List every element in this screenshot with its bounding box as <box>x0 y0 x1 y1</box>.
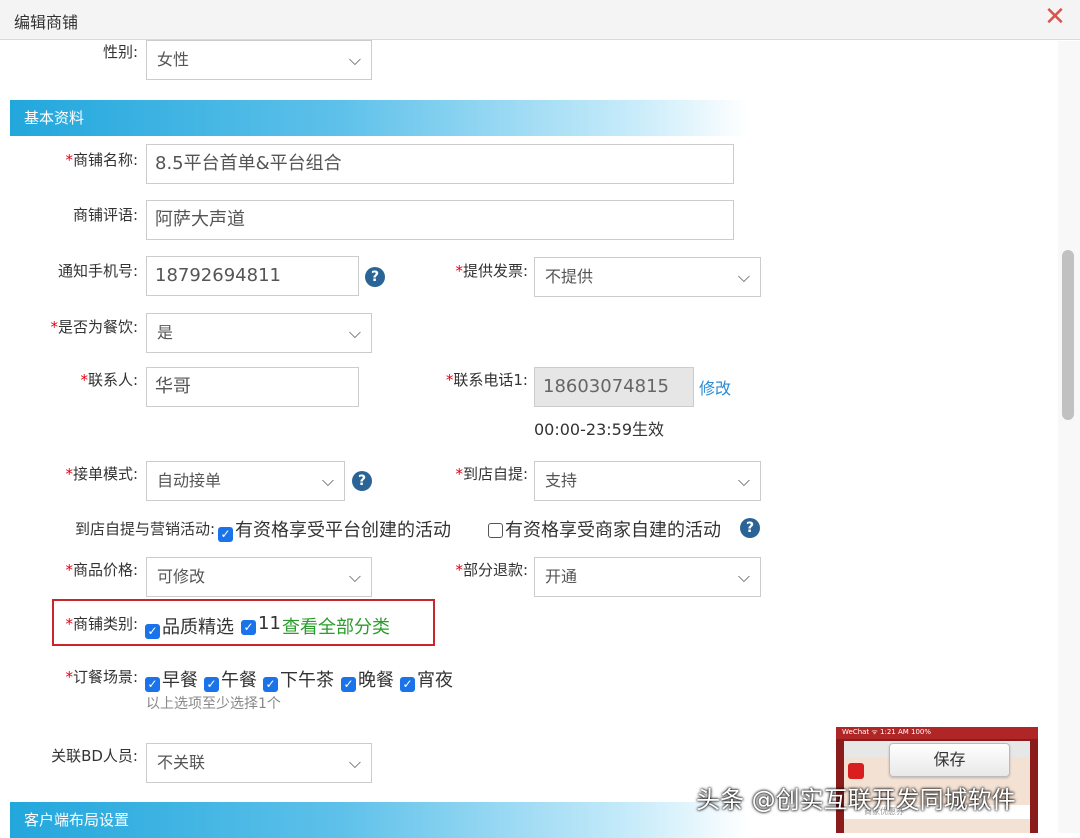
view-all-categories-link[interactable]: 查看全部分类 <box>282 613 390 639</box>
dialog-titlebar: 编辑商铺 ✕ <box>0 0 1080 40</box>
is-food-select[interactable]: 是 ⌵ <box>146 313 372 353</box>
chevron-down-icon: ⌵ <box>348 323 361 342</box>
price-label: *商品价格: <box>65 561 138 579</box>
check-icon: ✓ <box>241 620 256 635</box>
close-icon[interactable]: ✕ <box>1042 2 1068 32</box>
check-icon: ✓ <box>145 677 160 692</box>
merchant-activity-checkbox[interactable]: 有资格享受商家自建的活动 <box>488 516 721 542</box>
check-icon: ✓ <box>145 624 160 639</box>
notify-phone-label: 通知手机号: <box>57 262 138 280</box>
notify-phone-input[interactable]: 18792694811 <box>146 256 359 296</box>
shop-name-input[interactable]: 8.5平台首单&平台组合 <box>146 144 734 184</box>
is-food-label: *是否为餐饮: <box>50 318 138 336</box>
chevron-down-icon: ⌵ <box>737 267 750 286</box>
edit-phone-link[interactable]: 修改 <box>699 375 731 399</box>
price-select[interactable]: 可修改 ⌵ <box>146 557 372 597</box>
order-mode-label: *接单模式: <box>65 465 138 483</box>
is-food-value: 是 <box>157 323 174 342</box>
help-icon[interactable]: ? <box>352 471 372 491</box>
invoice-select[interactable]: 不提供 ⌵ <box>534 257 761 297</box>
invoice-label: *提供发票: <box>455 262 528 280</box>
self-pickup-select[interactable]: 支持 ⌵ <box>534 461 761 501</box>
scrollbar-thumb[interactable] <box>1062 250 1074 420</box>
scene-breakfast-checkbox[interactable]: ✓ 早餐 <box>145 666 198 692</box>
contact-label: *联系人: <box>80 371 138 389</box>
gender-label: 性别: <box>102 43 138 61</box>
category-quality-checkbox[interactable]: ✓ 品质精选 <box>145 613 234 639</box>
chevron-down-icon: ⌵ <box>321 471 334 490</box>
chevron-down-icon: ⌵ <box>348 753 361 772</box>
phone-status-bar: WeChat ᯤ 1:21 AM 100% <box>836 727 1038 739</box>
section-basic-info: 基本资料 <box>10 100 748 136</box>
scenes-label: *订餐场景: <box>65 668 138 686</box>
contact-input[interactable]: 华哥 <box>146 367 359 407</box>
save-button[interactable]: 保存 <box>889 743 1010 777</box>
chevron-down-icon: ⌵ <box>348 50 361 69</box>
phone-hours: 00:00-23:59生效 <box>534 420 664 439</box>
scrollbar-track[interactable] <box>1058 41 1080 833</box>
scene-lunch-checkbox[interactable]: ✓ 午餐 <box>204 666 257 692</box>
bd-value: 不关联 <box>157 753 206 772</box>
contact-phone-label: *联系电话1: <box>445 371 528 389</box>
check-icon: ✓ <box>218 527 233 542</box>
self-pickup-value: 支持 <box>545 471 578 490</box>
chevron-down-icon: ⌵ <box>737 567 750 586</box>
check-icon: ✓ <box>400 677 415 692</box>
contact-phone-input: 18603074815 <box>534 367 694 407</box>
scene-dinner-checkbox[interactable]: ✓ 晚餐 <box>341 666 394 692</box>
gender-select[interactable]: 女性 ⌵ <box>146 40 372 80</box>
help-icon[interactable]: ? <box>740 518 760 538</box>
bd-select[interactable]: 不关联 ⌵ <box>146 743 372 783</box>
bd-label: 关联BD人员: <box>51 747 138 765</box>
chevron-down-icon: ⌵ <box>737 471 750 490</box>
price-value: 可修改 <box>157 567 206 586</box>
dialog-title: 编辑商铺 <box>14 13 79 32</box>
shop-slogan-input[interactable]: 阿萨大声道 <box>146 200 734 240</box>
shop-name-label: *商铺名称: <box>65 151 138 169</box>
category-label: *商铺类别: <box>65 615 138 633</box>
partial-refund-label: *部分退款: <box>455 561 528 579</box>
shop-slogan-label: 商铺评语: <box>72 206 138 224</box>
partial-refund-value: 开通 <box>545 567 578 586</box>
check-icon: ✓ <box>204 677 219 692</box>
category-11-checkbox[interactable]: ✓ 11 <box>241 613 281 635</box>
gender-value: 女性 <box>157 50 190 69</box>
platform-activity-checkbox[interactable]: ✓ 有资格享受平台创建的活动 <box>218 516 451 542</box>
self-pickup-label: *到店自提: <box>455 465 528 483</box>
order-mode-value: 自动接单 <box>157 471 222 490</box>
chevron-down-icon: ⌵ <box>348 567 361 586</box>
help-icon[interactable]: ? <box>365 267 385 287</box>
dialog-content: 性别: 女性 ⌵ 基本资料 *商铺名称: 8.5平台首单&平台组合 商铺评语: … <box>0 40 1080 838</box>
invoice-value: 不提供 <box>545 267 594 286</box>
scene-afternoon-tea-checkbox[interactable]: ✓ 下午茶 <box>263 666 334 692</box>
checkbox-empty-icon <box>488 523 503 538</box>
scene-late-night-checkbox[interactable]: ✓ 宵夜 <box>400 666 453 692</box>
shop-logo-icon <box>848 763 864 779</box>
watermark: 头条 @创实互联开发同城软件 <box>696 786 1016 814</box>
pickup-marketing-label: 到店自提与营销活动: <box>74 520 215 538</box>
partial-refund-select[interactable]: 开通 ⌵ <box>534 557 761 597</box>
order-mode-select[interactable]: 自动接单 ⌵ <box>146 461 345 501</box>
scenes-hint: 以上选项至少选择1个 <box>146 696 281 712</box>
check-icon: ✓ <box>263 677 278 692</box>
check-icon: ✓ <box>341 677 356 692</box>
